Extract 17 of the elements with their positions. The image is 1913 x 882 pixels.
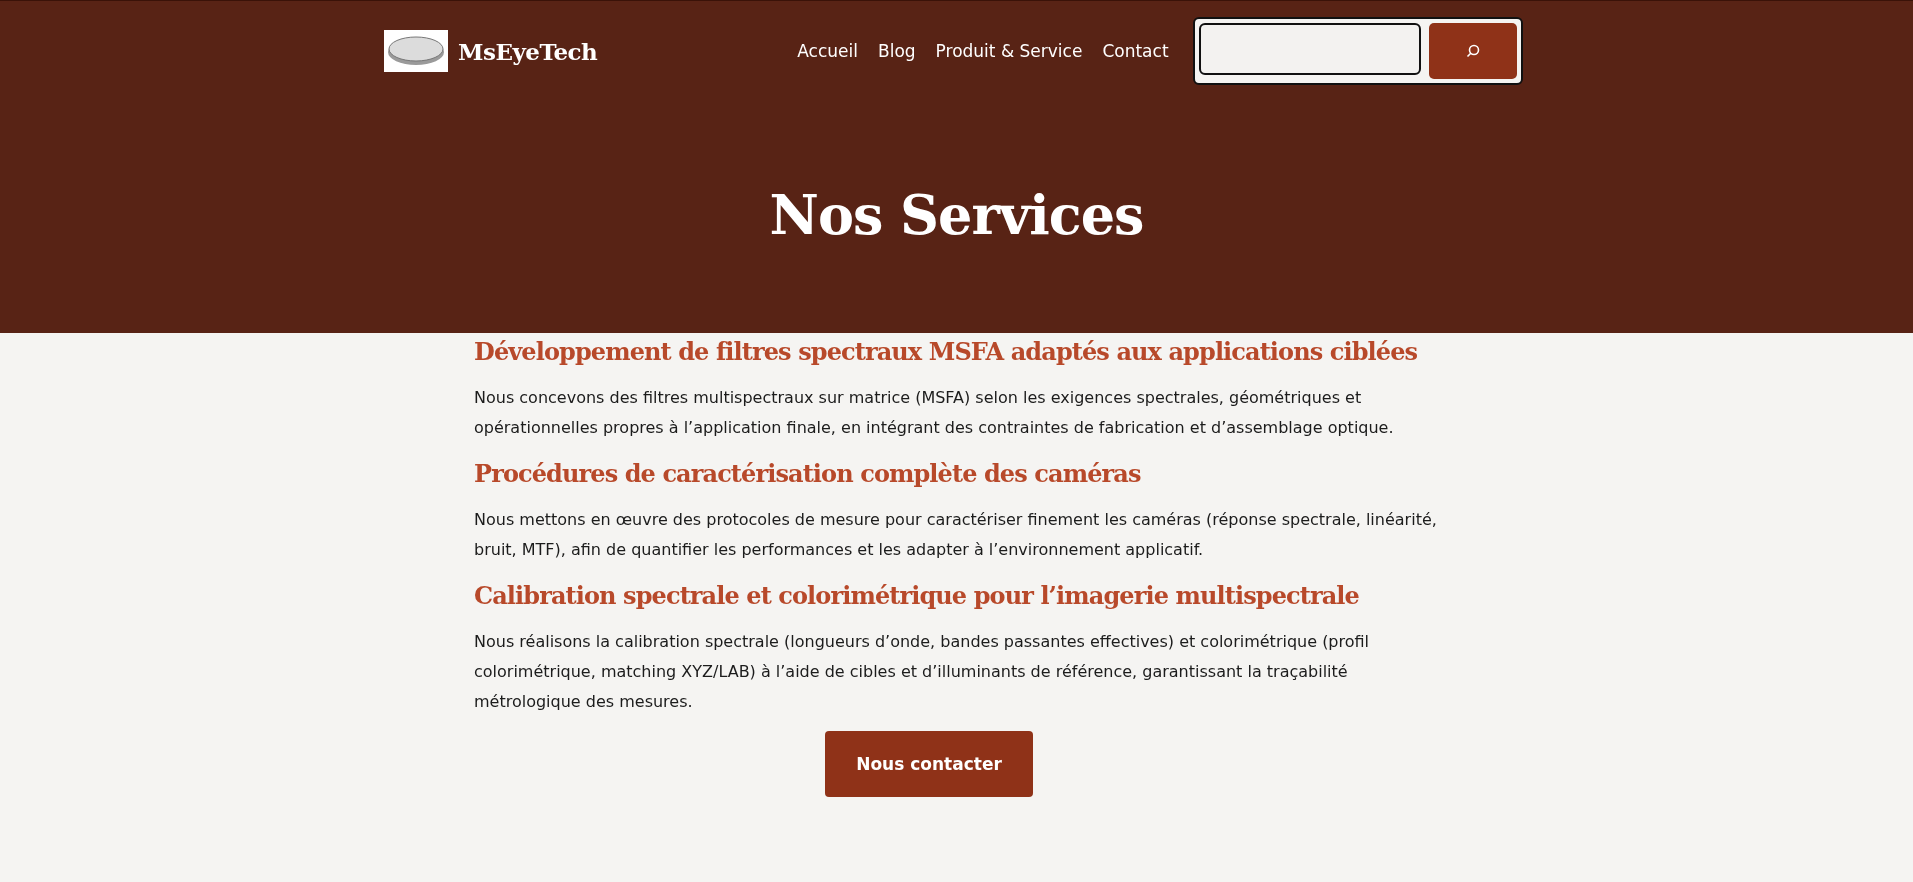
search-button[interactable]: [1428, 23, 1517, 79]
nav-link[interactable]: Produit & Service: [935, 41, 1083, 61]
section-paragraph: Nous concevons des filtres multispectraux sur matrice (MSFA) selon les exigences spectrales, géométriques et opérationnelles propres à l’application finale, en intégrant des contraintes de fabrication et d’assemblage optique.: [474, 387, 1395, 439]
section-heading: Procédures de caractérisation complète des caméras: [474, 458, 1142, 490]
nav-link[interactable]: Accueil: [797, 41, 858, 61]
section-heading: Développement de filtres spectraux MSFA adaptés aux applications ciblées: [474, 336, 1419, 368]
section-paragraph: Nous réalisons la calibration spectrale (longueurs d’onde, bandes passantes effectives) et colorimétrique (profil colorimétrique, matching XYZ/LAB) à l’aide de cibles et d’illuminants de référence, garantissant la traçabilité métrologique des mesures.: [474, 631, 1371, 713]
search-icon: [1465, 44, 1480, 58]
section-heading: Calibration spectrale et colorimétrique pour l’imagerie multispectrale: [474, 580, 1360, 612]
section-paragraph: Nous mettons en œuvre des protocoles de mesure pour caractériser finement les caméras (réponse spectrale, linéarité, bruit, MTF), afin de quantifier les performances et les adapter à l’environnement applicatif.: [474, 509, 1438, 561]
nav-link[interactable]: Contact: [1102, 41, 1169, 61]
logo-icon[interactable]: [384, 30, 448, 72]
nav-link[interactable]: Blog: [878, 41, 916, 61]
page-title: Nos Services: [769, 183, 1144, 247]
brand-name[interactable]: MsEyeTech: [458, 37, 598, 65]
search-field[interactable]: [1192, 17, 1523, 85]
contact-button[interactable]: Nous contacter: [825, 731, 1033, 797]
